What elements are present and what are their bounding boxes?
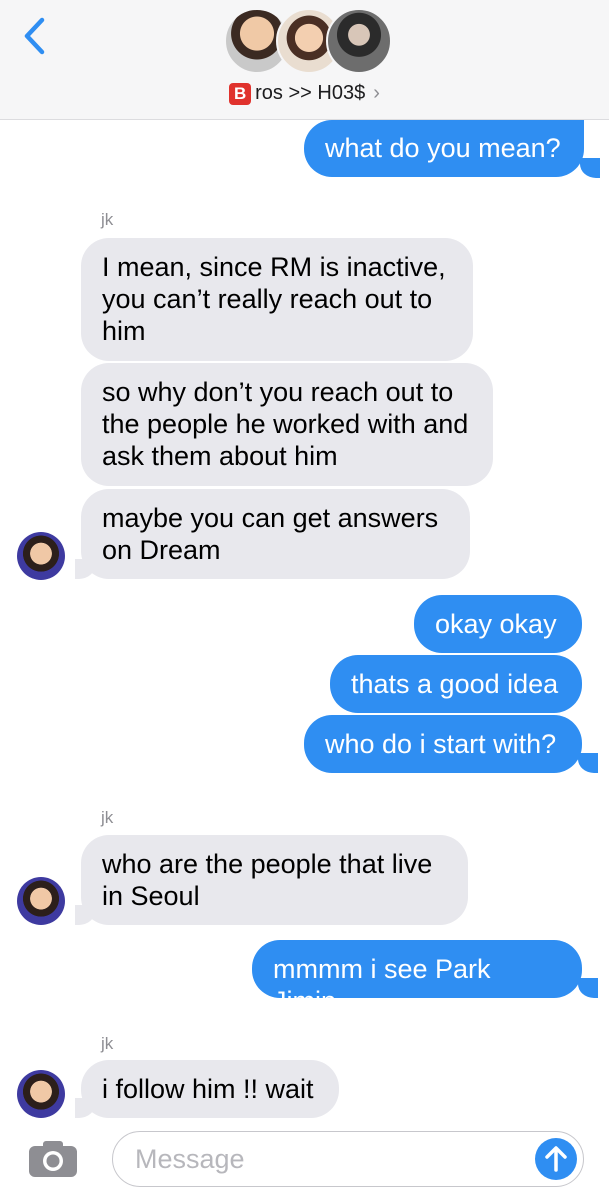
conversation-header: B ros >> H03$ › bbox=[0, 0, 609, 120]
incoming-message[interactable]: maybe you can get answers on Dream bbox=[81, 489, 470, 579]
incoming-message[interactable]: who are the people that live in Seoul bbox=[81, 835, 468, 925]
sender-name: jk bbox=[101, 808, 114, 827]
message-input[interactable]: Message bbox=[112, 1131, 584, 1187]
message-text: maybe you can get answers on Dream bbox=[102, 503, 439, 565]
message-text: who do i start with? bbox=[325, 729, 557, 759]
bubble-tail bbox=[75, 905, 95, 925]
avatar[interactable] bbox=[17, 877, 65, 925]
bubble-tail bbox=[75, 559, 95, 579]
camera-icon bbox=[29, 1141, 77, 1177]
bubble-tail bbox=[578, 978, 598, 998]
bubble-tail bbox=[75, 1098, 95, 1118]
avatar[interactable] bbox=[17, 1070, 65, 1118]
outgoing-message[interactable]: what do you mean? bbox=[304, 120, 584, 177]
message-text: so why don’t you reach out to the people… bbox=[102, 377, 469, 471]
message-text: i follow him !! wait bbox=[102, 1074, 314, 1104]
outgoing-message[interactable]: okay okay bbox=[414, 595, 582, 653]
incoming-message[interactable]: i follow him !! wait bbox=[81, 1060, 339, 1118]
chevron-right-icon: › bbox=[373, 82, 380, 104]
sender-name: jk bbox=[101, 1034, 114, 1053]
outgoing-message[interactable]: thats a good idea bbox=[330, 655, 582, 713]
incoming-message[interactable]: I mean, since RM is inactive, you can’t … bbox=[81, 238, 473, 361]
group-title[interactable]: B ros >> H03$ › bbox=[0, 82, 609, 105]
message-text: okay okay bbox=[435, 609, 557, 639]
message-text: thats a good idea bbox=[351, 669, 559, 699]
camera-button[interactable] bbox=[28, 1140, 78, 1178]
outgoing-message[interactable]: mmmm i see Park Jimin bbox=[252, 940, 582, 1016]
arrow-up-icon bbox=[545, 1146, 567, 1172]
chevron-left-icon bbox=[24, 17, 45, 55]
back-button[interactable] bbox=[16, 16, 52, 56]
message-text: who are the people that live in Seoul bbox=[102, 849, 433, 911]
bubble-tail bbox=[578, 753, 598, 773]
message-text: I mean, since RM is inactive, you can’t … bbox=[102, 252, 446, 346]
sender-name: jk bbox=[101, 210, 114, 229]
group-avatars[interactable] bbox=[224, 8, 392, 76]
message-placeholder: Message bbox=[135, 1144, 245, 1174]
send-button[interactable] bbox=[535, 1138, 577, 1180]
b-emoji-icon: B bbox=[229, 82, 252, 105]
incoming-message[interactable]: so why don’t you reach out to the people… bbox=[81, 363, 493, 486]
avatar bbox=[326, 8, 392, 74]
bubble-tail bbox=[580, 158, 600, 178]
message-text: what do you mean? bbox=[325, 133, 561, 163]
message-text: mmmm i see Park Jimin bbox=[273, 954, 491, 1016]
group-name-label: ros >> H03$ bbox=[255, 82, 366, 104]
outgoing-message[interactable]: who do i start with? bbox=[304, 715, 582, 773]
avatar[interactable] bbox=[17, 532, 65, 580]
